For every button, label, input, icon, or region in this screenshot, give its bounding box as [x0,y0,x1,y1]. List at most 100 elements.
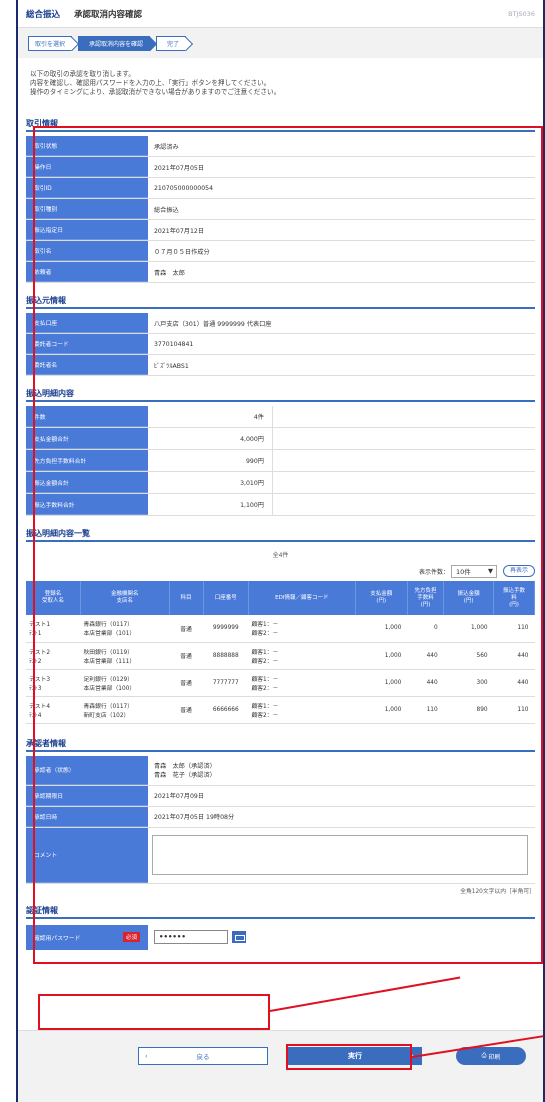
print-button[interactable]: ⎙ 印刷 [456,1047,526,1065]
row-label: 支払金額合計 [26,428,148,449]
table-cell: 440 [407,642,444,670]
row-label: 取引状態 [26,136,148,156]
password-label: 確認用パスワード [34,935,81,942]
row-label: 件数 [26,406,148,427]
table-cell: 110 [493,696,535,724]
table-cell: 顧客1：－ 顧客2：－ [248,669,356,697]
info-row: 委託者名 ﾋﾞｽﾞﾂﾙABS1 [26,355,535,376]
screen-code: BTJS036 [508,9,535,18]
table-cell: 440 [493,642,535,670]
info-row: 取引名 ０７月０５日作成分 [26,241,535,262]
row-label: 委託者名 [26,355,148,375]
table-cell: 秋田銀行（0119） 本店営業部（111） [80,642,169,670]
back-button[interactable]: ‹ 戻る [138,1047,268,1065]
table-cell: 440 [407,669,444,697]
column-header: 科目 [169,581,204,615]
table-cell: テスト3 ﾃｽﾄ3 [26,669,81,697]
page: 総合振込 承認取消内容確認 BTJS036 取引を選択 承認取消内容を確認 完了… [16,0,545,1102]
printer-icon: ⎙ [481,1052,489,1059]
info-row: 取引種別 総合振込 [26,199,535,220]
password-label-cell: 確認用パスワード 必須 [26,924,148,950]
row-label: 振込手数料合計 [26,494,148,515]
row-value: 4件 [148,406,273,427]
approver-info: 承認者（状態） 青森 太郎（承認済） 青森 花子（承認済） 承認期限日 2021年07… [26,755,535,828]
info-row: 支払金額合計 4,000円 [26,428,535,450]
software-keyboard-icon[interactable] [232,931,246,943]
info-row: 承認日時 2021年07月05日 19時08分 [26,806,535,828]
column-header: 振込手数 料 (円) [493,581,535,615]
row-value: ０７月０５日作成分 [154,248,210,256]
header: 総合振込 承認取消内容確認 BTJS036 [18,0,543,28]
column-header: 先方負担 手数料 (円) [407,581,445,615]
row-value: 八戸支店（301）普通 9999999 代表口座 [154,320,272,328]
table-cell: 0 [407,615,444,643]
info-row: 振込手数料合計 1,100円 [26,494,535,516]
info-row: 支払口座 八戸支店（301）普通 9999999 代表口座 [26,313,535,334]
redisplay-button[interactable]: 再表示 [502,565,535,577]
table-cell: 110 [407,696,444,724]
column-header: 口座番号 [203,581,249,615]
step-confirm: 承認取消内容を確認 [78,35,151,51]
info-row: 取引ID 210705000000054 [26,178,535,199]
per-page-select[interactable]: 10件 ▼ [450,564,497,578]
column-header: EDI情報／顧客コード [248,581,356,615]
instruction-line: 以下の取引の承認を取り消します。 [30,70,135,78]
table-cell: テスト2 ﾃｽﾄ2 [26,642,81,670]
table-cell: 1,000 [355,669,408,697]
per-page-value: 10件 [455,568,471,576]
table-cell: 1,000 [355,696,408,724]
info-row: 委託者コード 3770104841 [26,334,535,355]
row-value: 4,000円 [148,428,273,449]
table-cell: 青森銀行（0117） 本店営業部（101） [80,615,169,643]
per-page-label: 表示件数： [418,568,449,576]
detail-table: 登録名 受取人名 金融機関名 支店名 科目 口座番号 EDI情報／顧客コード 支払金額 (… [26,581,535,724]
table-cell: 8888888 [203,642,249,670]
info-row: 承認期限日 2021年07月09日 [26,785,535,807]
trade-info: 取引状態 承認済み 操作日 2021年07月05日 取引ID 21070500000005… [26,136,535,283]
info-row: 操作日 2021年07月05日 [26,157,535,178]
table-cell: 6666666 [203,696,249,724]
table-row: テスト3 ﾃｽﾄ3 足利銀行（0129） 本店営業部（100） 普通 7777777 顧… [26,669,535,697]
info-row: 依頼者 青森 太郎 [26,262,535,283]
table-cell: 普通 [169,669,204,697]
table-cell: 1,000 [443,615,494,643]
table-cell: テスト1 ﾃｽﾄ1 [26,615,81,643]
chevron-down-icon: ▼ [487,567,493,575]
header-subtitle: 承認取消内容確認 [74,9,143,20]
content: 取引情報 取引状態 承認済み 操作日 2021年07月05日 取引ID 210705000… [18,118,543,950]
row-value: 2021年07月05日 19時08分 [154,814,235,821]
step-indicator: 取引を選択 承認取消内容を確認 完了 [18,28,543,58]
password-row: 確認用パスワード 必須 •••••• [26,924,535,950]
section-title-trade: 取引情報 [26,118,535,132]
comment-textarea[interactable] [152,835,528,875]
instructions: 以下の取引の承認を取り消します。 内容を確認し、確認用パスワードを入力の上、「実… [18,58,543,110]
comment-row: コメント [26,827,535,884]
display-controls: 表示件数： 10件 ▼ 再表示 [26,563,535,579]
row-label: 依頼者 [26,262,148,282]
source-info: 支払口座 八戸支店（301）普通 9999999 代表口座 委託者コード 377010… [26,313,535,376]
table-cell: 普通 [169,642,204,670]
comment-note: 全角120文字以内［半角可］ [460,888,535,895]
table-cell: 足利銀行（0129） 本店営業部（100） [80,669,169,697]
table-cell: 300 [443,669,494,697]
section-title-detail: 振込明細内容 [26,388,535,402]
table-cell: 560 [443,642,494,670]
section-title-auth: 認証情報 [26,905,535,919]
table-cell: 普通 [169,696,204,724]
table-cell: 890 [443,696,494,724]
row-label: 承認者（状態） [26,755,148,785]
password-input[interactable]: •••••• [154,930,228,944]
row-value: 2021年07月12日 [154,227,205,235]
print-label: 印刷 [488,1053,501,1061]
execute-button[interactable]: 実行› [288,1047,422,1065]
back-label: 戻る [196,1053,210,1061]
table-cell: 110 [493,615,535,643]
row-value: 1,100円 [148,494,273,515]
table-cell: テスト4 ﾃｽﾄ4 [26,696,81,724]
table-row: テスト4 ﾃｽﾄ4 青森銀行（0117） 新町支店（102） 普通 6666666 顧客… [26,696,535,724]
table-cell: 1,000 [355,615,408,643]
section-title-approver: 承認者情報 [26,738,535,752]
table-row: テスト2 ﾃｽﾄ2 秋田銀行（0119） 本店営業部（111） 普通 8888888 顧… [26,642,535,670]
section-title-list: 振込明細内容一覧 [26,528,535,542]
row-label: 振込金額合計 [26,472,148,493]
